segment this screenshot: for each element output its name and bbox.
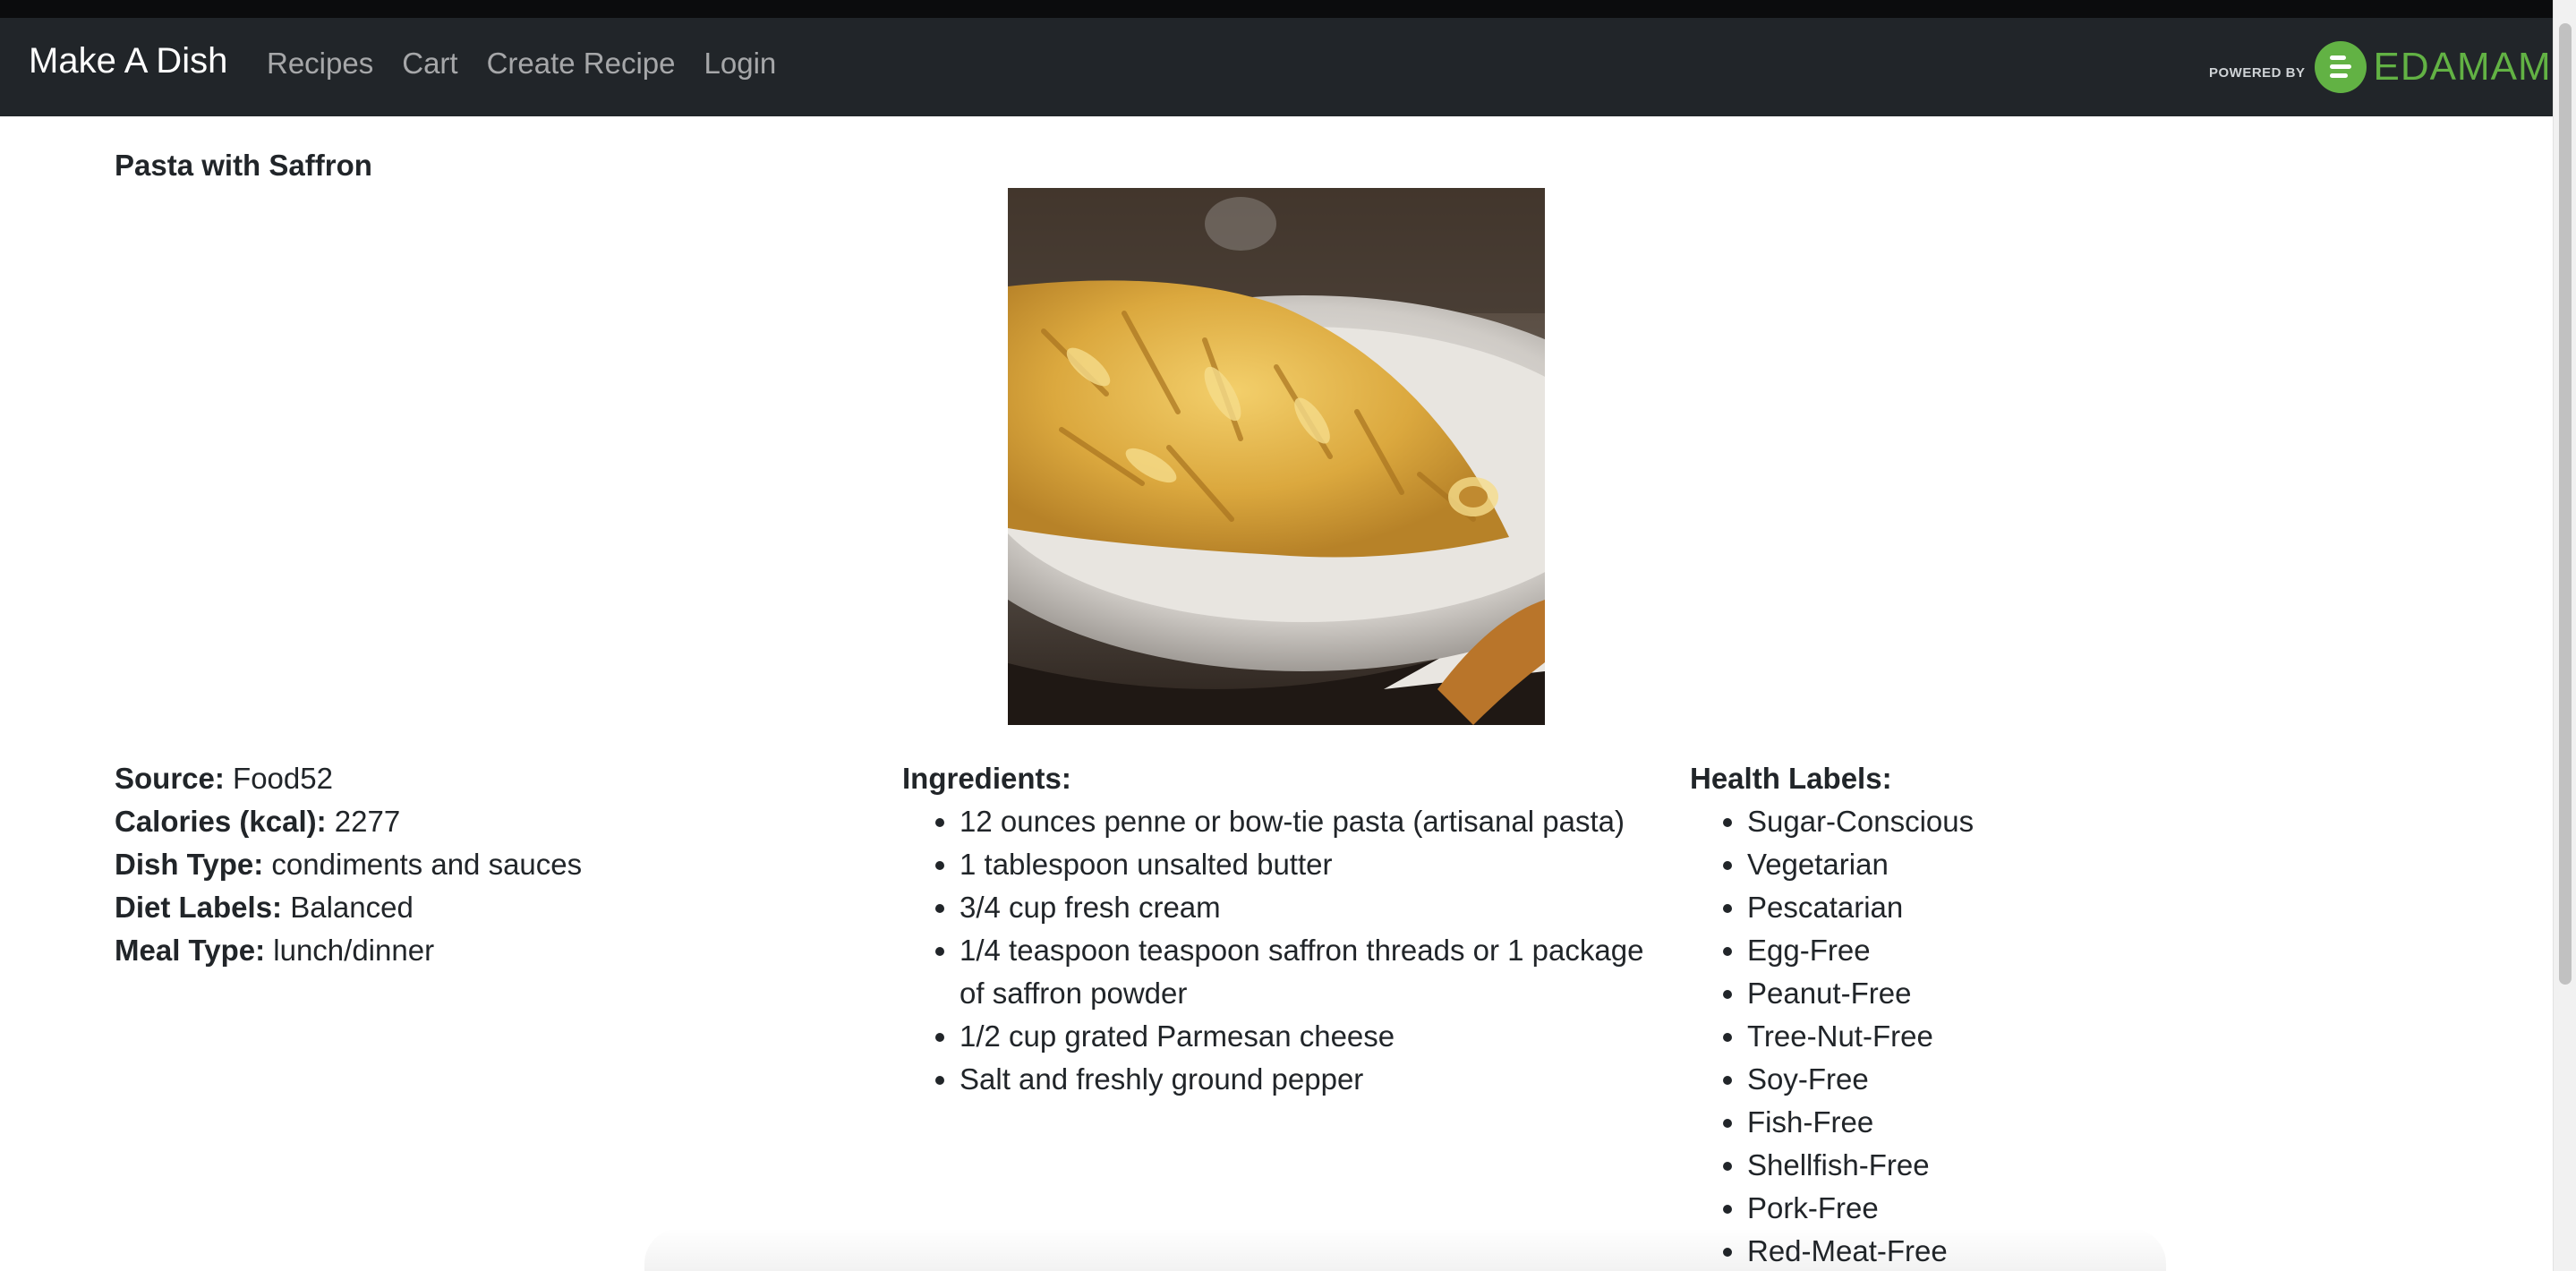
health-labels-section: Health Labels: Sugar-Conscious Vegetaria…	[1690, 757, 2460, 1271]
health-label-item: Sugar-Conscious	[1747, 800, 2460, 843]
browser-top-strip	[0, 0, 2553, 18]
diet-labels-label: Diet Labels:	[115, 891, 283, 924]
diet-labels-value: Balanced	[290, 891, 414, 924]
health-label-item: Shellfish-Free	[1747, 1144, 2460, 1187]
calories-label: Calories (kcal):	[115, 805, 327, 838]
brand-link[interactable]: Make A Dish	[29, 41, 227, 81]
edamam-logo-icon	[2314, 41, 2367, 93]
ingredients-section: Ingredients: 12 ounces penne or bow-tie …	[902, 757, 1672, 1101]
nav-links: Recipes Cart Create Recipe Login	[267, 47, 776, 81]
meal-type-label: Meal Type:	[115, 934, 266, 967]
health-label-item: Egg-Free	[1747, 929, 2460, 972]
health-label-item: Pork-Free	[1747, 1187, 2460, 1230]
health-labels-list: Sugar-Conscious Vegetarian Pescatarian E…	[1690, 800, 2460, 1271]
health-label-item: Peanut-Free	[1747, 972, 2460, 1015]
dish-type-label: Dish Type:	[115, 848, 264, 881]
ingredient-item: 1 tablespoon unsalted butter	[960, 843, 1672, 886]
health-label-item: Pescatarian	[1747, 886, 2460, 929]
calories-value: 2277	[334, 805, 401, 838]
health-label-item: Vegetarian	[1747, 843, 2460, 886]
ingredient-item: 3/4 cup fresh cream	[960, 886, 1672, 929]
edamam-wordmark: EDAMAM	[2373, 45, 2552, 89]
health-label-item: Tree-Nut-Free	[1747, 1015, 2460, 1058]
meal-type-value: lunch/dinner	[273, 934, 435, 967]
ingredients-list: 12 ounces penne or bow-tie pasta (artisa…	[902, 800, 1672, 1101]
ingredient-item: 1/2 cup grated Parmesan cheese	[960, 1015, 1672, 1058]
nav-link-cart[interactable]: Cart	[402, 47, 457, 81]
ingredient-item: 12 ounces penne or bow-tie pasta (artisa…	[960, 800, 1672, 843]
ingredient-item: 1/4 teaspoon teaspoon saffron threads or…	[960, 929, 1672, 1015]
pasta-photo	[1008, 188, 1545, 725]
navbar: Make A Dish Recipes Cart Create Recipe L…	[0, 18, 2553, 116]
health-label-item: Soy-Free	[1747, 1058, 2460, 1101]
nav-link-login[interactable]: Login	[704, 47, 777, 81]
recipe-title: Pasta with Saffron	[115, 149, 372, 182]
ingredient-item: Salt and freshly ground pepper	[960, 1058, 1672, 1101]
calories-line: Calories (kcal): 2277	[115, 800, 884, 843]
source-line: Source: Food52	[115, 757, 884, 800]
powered-by-edamam[interactable]: POWERED BY EDAMAM	[2209, 39, 2552, 95]
bottom-shadow	[644, 1228, 2166, 1271]
powered-by-label: POWERED BY	[2209, 64, 2306, 81]
dish-type-value: condiments and sauces	[271, 848, 583, 881]
source-label: Source:	[115, 762, 225, 795]
meal-type-line: Meal Type: lunch/dinner	[115, 929, 884, 972]
pasta-photo-image	[1008, 188, 1545, 725]
health-labels-heading: Health Labels:	[1690, 762, 1892, 795]
dish-type-line: Dish Type: condiments and sauces	[115, 843, 884, 886]
page-scrollbar[interactable]	[2553, 0, 2576, 1271]
ingredients-heading: Ingredients:	[902, 762, 1071, 795]
nav-link-recipes[interactable]: Recipes	[267, 47, 373, 81]
nav-link-create-recipe[interactable]: Create Recipe	[487, 47, 676, 81]
scrollbar-thumb[interactable]	[2559, 23, 2572, 985]
health-label-item: Fish-Free	[1747, 1101, 2460, 1144]
source-value: Food52	[233, 762, 333, 795]
recipe-details: Source: Food52 Calories (kcal): 2277 Dis…	[115, 757, 884, 972]
diet-labels-line: Diet Labels: Balanced	[115, 886, 884, 929]
